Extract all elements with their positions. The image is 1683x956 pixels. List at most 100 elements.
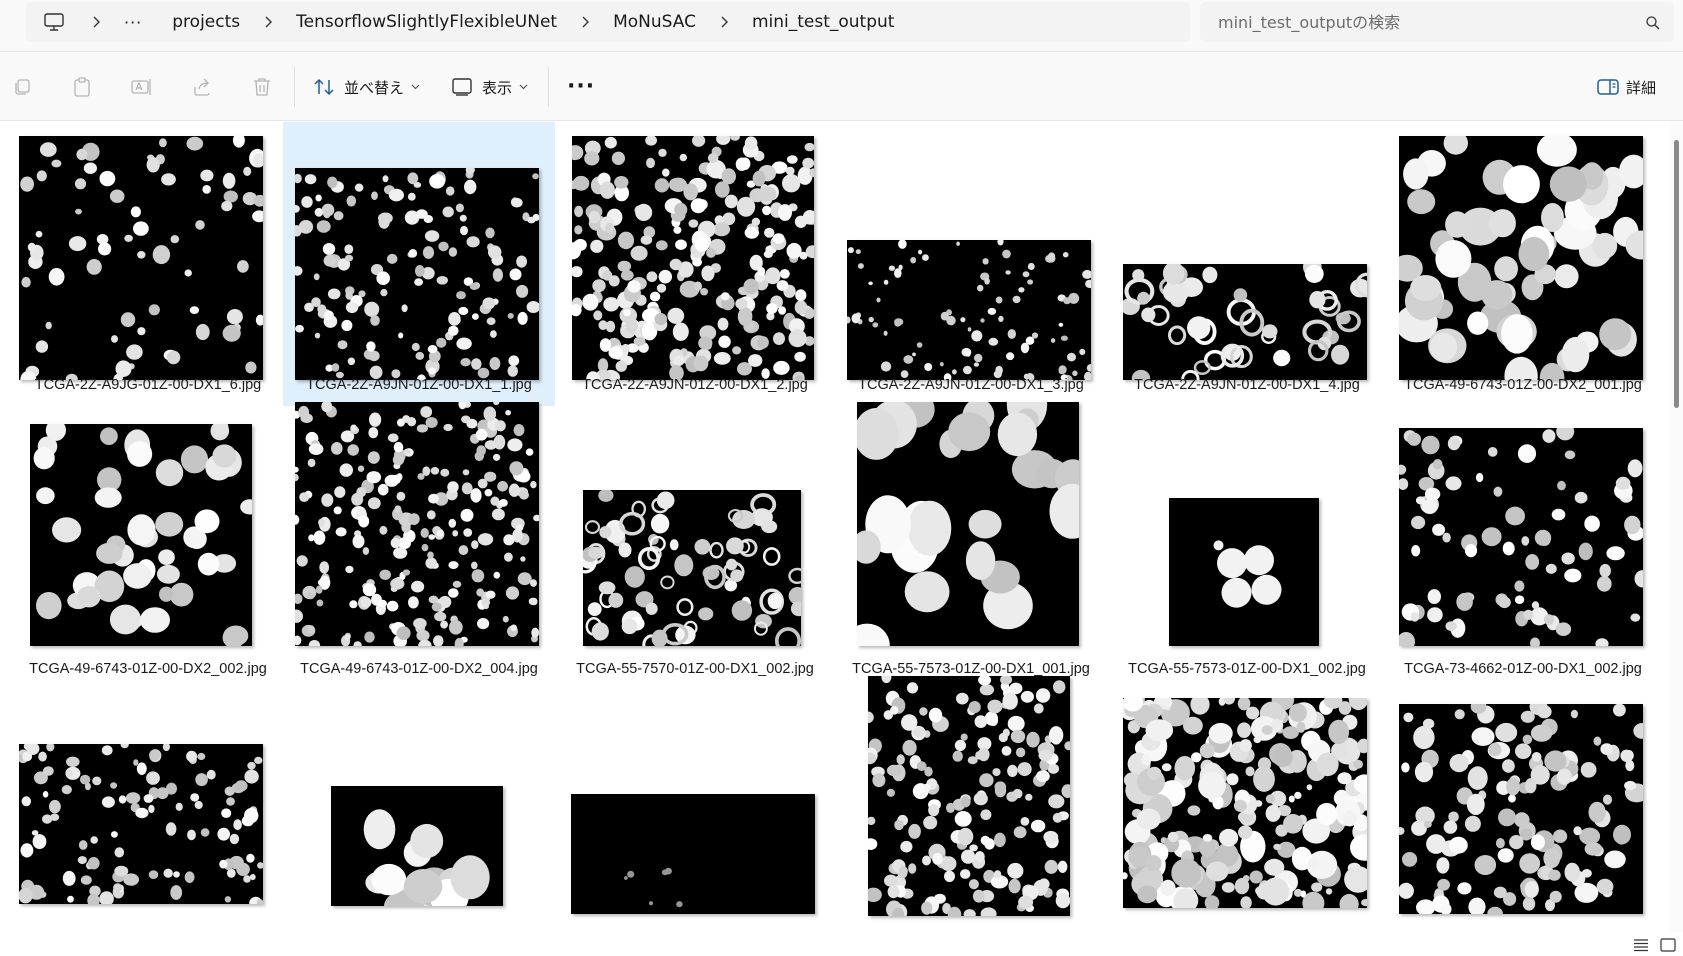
nucleus-blob (402, 415, 411, 423)
file-item[interactable]: TCGA-2Z-A9JN-01Z-00-DX1_4.jpg (1111, 122, 1383, 406)
nucleus-blob (654, 178, 670, 193)
nucleus-blob (245, 361, 257, 374)
nucleus-blob (649, 901, 653, 906)
nucleus-blob (364, 631, 375, 643)
view-button[interactable]: 表示 (450, 73, 528, 101)
search-icon[interactable] (1646, 15, 1660, 34)
breadcrumb-item-projects[interactable]: projects (172, 12, 240, 32)
file-item[interactable]: TCGA-2Z-A9JN-01Z-00-DX1_3.jpg (835, 122, 1107, 406)
file-item[interactable]: TCGA-55-7570-01Z-00-DX1_002.jpg (559, 406, 831, 690)
details-view-icon[interactable] (1633, 937, 1649, 952)
nucleus-blob (673, 355, 685, 367)
nucleus-blob (450, 855, 490, 900)
file-name: TCGA-49-6743-01Z-00-DX2_002.jpg (29, 661, 267, 677)
nucleus-blob (413, 618, 427, 629)
breadcrumb-overflow[interactable]: ··· (124, 13, 142, 32)
file-item[interactable]: TCGA-55-7573-01Z-00-DX1_001.jpg (835, 402, 1107, 690)
file-item[interactable] (1111, 690, 1383, 932)
scrollbar-thumb[interactable] (1674, 140, 1679, 408)
nucleus-blob (617, 260, 631, 272)
nucleus-blob (505, 586, 520, 600)
share-button[interactable] (190, 73, 214, 101)
nucleus-blob (886, 788, 895, 797)
search-box[interactable] (1200, 2, 1674, 42)
file-item[interactable] (283, 690, 555, 932)
nucleus-blob (403, 448, 410, 456)
file-item[interactable]: TCGA-73-4662-01Z-00-DX1_002.jpg (1387, 406, 1659, 690)
nucleus-blob (1543, 848, 1561, 869)
sort-button[interactable]: 並べ替え (312, 73, 420, 101)
nucleus-blob (974, 353, 983, 363)
nucleus-blob (1261, 725, 1273, 735)
details-pane-button[interactable]: 詳細 (1596, 73, 1656, 101)
nucleus-blob (1445, 211, 1470, 238)
nucleus-blob (988, 337, 999, 346)
file-item[interactable]: TCGA-49-6743-01Z-00-DX2_001.jpg (1387, 122, 1659, 406)
chevron-right-icon[interactable] (262, 16, 274, 28)
breadcrumb-item-current[interactable]: mini_test_output (752, 12, 895, 32)
chevron-right-icon[interactable] (718, 16, 730, 28)
nucleus-blob (411, 580, 425, 593)
breadcrumb-item-unet[interactable]: TensorflowSlightlyFlexibleUNet (296, 12, 557, 32)
paste-button[interactable] (70, 73, 94, 101)
breadcrumb[interactable]: ··· projects TensorflowSlightlyFlexibleU… (26, 2, 1190, 42)
vertical-scrollbar[interactable] (1670, 122, 1683, 932)
nucleus-blob (603, 297, 620, 312)
nucleus-blob (163, 868, 173, 878)
chevron-right-icon[interactable] (579, 16, 591, 28)
nucleus-blob (1464, 544, 1478, 558)
file-item[interactable]: TCGA-2Z-A9JN-01Z-00-DX1_1.jpg (283, 122, 555, 406)
image-thumbnail (1123, 698, 1367, 908)
nucleus-blob (477, 478, 488, 489)
file-item[interactable]: TCGA-49-6743-01Z-00-DX2_004.jpg (283, 402, 555, 690)
nucleus-blob (1399, 632, 1415, 646)
nucleus-blob (367, 451, 380, 464)
nucleus-blob (391, 474, 401, 485)
file-item[interactable] (12, 690, 284, 932)
nucleus-blob (1030, 819, 1046, 833)
nucleus-blob (1519, 853, 1541, 874)
this-pc-icon[interactable] (44, 12, 68, 32)
copy-button[interactable] (10, 73, 34, 101)
nucleus-blob (77, 856, 87, 865)
delete-button[interactable] (250, 73, 274, 101)
image-thumbnail (847, 240, 1091, 380)
nucleus-blob (159, 138, 167, 148)
nucleus-blob (974, 715, 988, 728)
nucleus-blob (1240, 896, 1252, 908)
nucleus-blob (980, 907, 997, 916)
nucleus-blob (794, 300, 808, 315)
nucleus-blob (1449, 836, 1468, 854)
nucleus-blob (462, 469, 470, 476)
file-item[interactable] (835, 676, 1107, 932)
view-label: 表示 (482, 78, 513, 97)
nucleus-blob (675, 239, 687, 250)
chevron-right-icon[interactable] (90, 16, 102, 28)
breadcrumb-item-monusac[interactable]: MoNuSAC (613, 12, 696, 32)
nucleus-blob (1447, 436, 1461, 451)
nucleus-blob (592, 279, 606, 293)
nucleus-blob (491, 508, 505, 521)
large-icons-view-icon[interactable] (1660, 937, 1676, 952)
rename-button[interactable] (130, 73, 154, 101)
nucleus-blob (460, 358, 471, 367)
nucleus-blob (490, 496, 500, 506)
nucleus-blob (608, 275, 620, 287)
file-item[interactable]: TCGA-55-7573-01Z-00-DX1_002.jpg (1111, 406, 1383, 690)
nucleus-blob (422, 246, 435, 259)
file-item[interactable] (559, 690, 831, 932)
file-item[interactable] (1387, 690, 1659, 932)
nucleus-blob (1198, 771, 1226, 800)
file-item[interactable]: TCGA-2Z-A9JN-01Z-00-DX1_2.jpg (559, 122, 831, 406)
file-item[interactable]: TCGA-49-6743-01Z-00-DX2_002.jpg (12, 406, 284, 690)
nucleus-blob (223, 625, 249, 646)
nucleus-blob (1027, 262, 1035, 271)
nucleus-blob (77, 586, 101, 608)
file-item[interactable]: TCGA-2Z-A9JG-01Z-00-DX1_6.jpg (12, 122, 284, 406)
nucleus-blob (379, 525, 388, 535)
nucleus-blob (876, 297, 881, 303)
search-input[interactable] (1218, 12, 1628, 32)
nucleus-blob (1238, 825, 1253, 840)
nucleus-blob (357, 465, 365, 472)
more-options-button[interactable]: ··· (567, 73, 595, 101)
